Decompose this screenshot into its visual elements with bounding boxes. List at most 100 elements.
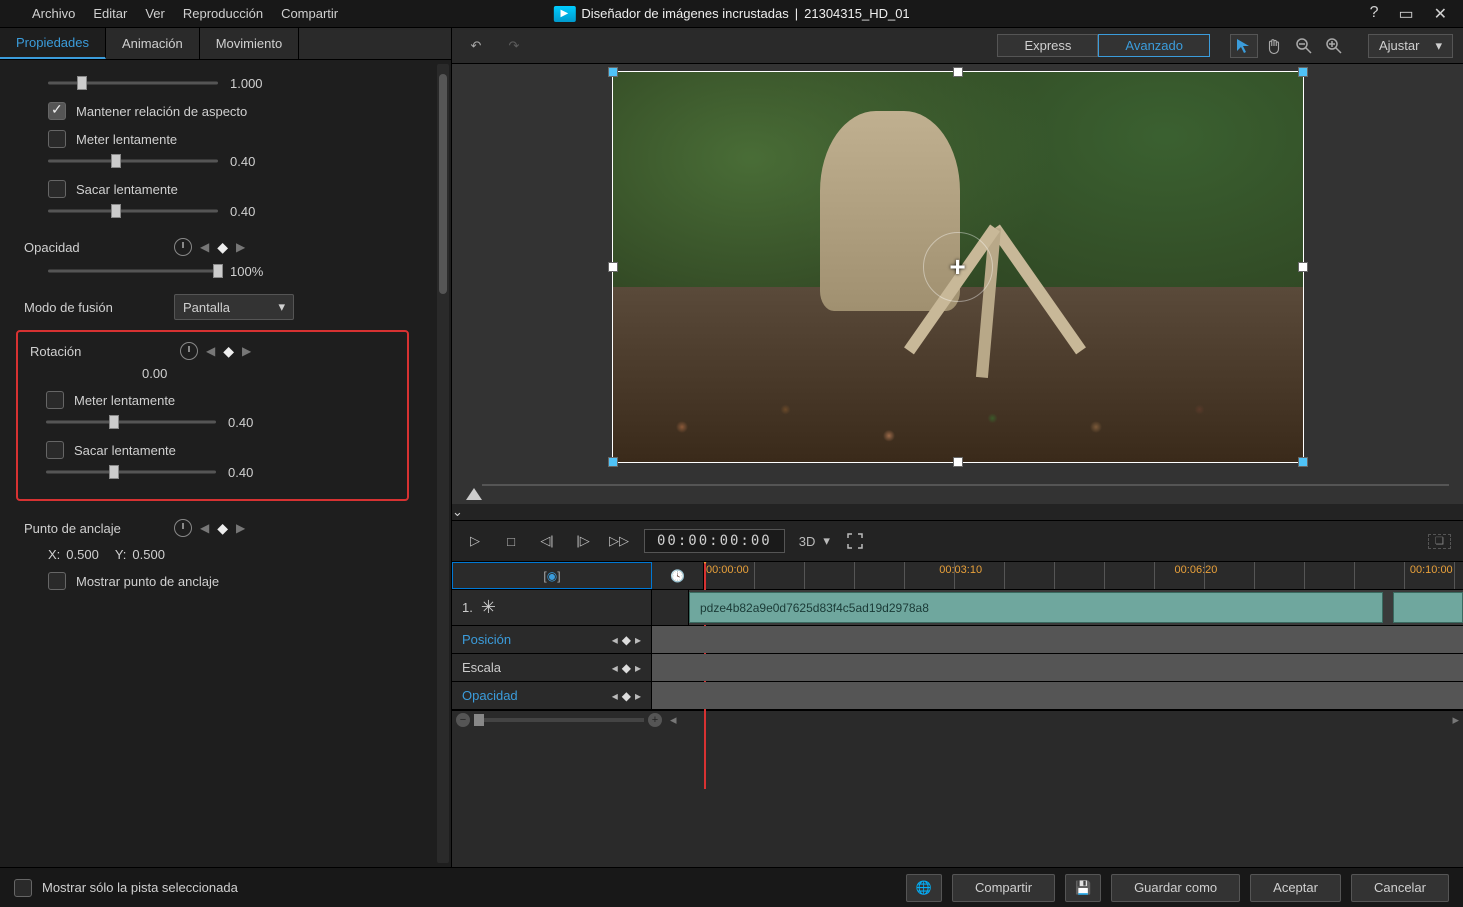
track-position[interactable]: Posición ◂◆▸ [452,626,652,653]
menu-playback[interactable]: Reproducción [183,6,263,21]
timeline-zoom-slider[interactable] [474,718,644,722]
clock-tab[interactable]: 🕓 [652,562,704,589]
ease-in-slider[interactable] [48,152,218,170]
rotation-ease-out-checkbox[interactable] [46,441,64,459]
timeline-scroll-left-icon[interactable]: ◂ [670,712,677,728]
anchor-next-keyframe-icon[interactable]: ▶ [236,521,245,535]
rotation-prev-keyframe-icon[interactable]: ◀ [206,344,215,358]
step-back-icon[interactable]: ◁| [536,530,558,552]
redo-icon[interactable]: ↷ [500,34,528,58]
preview-canvas[interactable]: + [613,72,1303,462]
cancel-button[interactable]: Cancelar [1351,874,1449,902]
mode-advanced-button[interactable]: Avanzado [1098,34,1210,57]
timeline-scroll-right-icon[interactable]: ▸ [1452,712,1459,728]
fast-fwd-icon[interactable]: ▷▷ [608,530,630,552]
tab-animation[interactable]: Animación [106,28,200,59]
tab-movement[interactable]: Movimiento [200,28,299,59]
ease-in-checkbox[interactable] [48,130,66,148]
hand-tool-icon[interactable] [1260,34,1288,58]
track-position-lane[interactable] [652,626,1463,653]
track-header-1[interactable]: 1. ✳ [452,590,652,625]
rotation-ease-in-checkbox[interactable] [46,391,64,409]
preview-playhead-icon[interactable] [466,488,482,500]
zoom-out-icon[interactable] [1290,34,1318,58]
track-scale[interactable]: Escala ◂◆▸ [452,654,652,681]
anchor-label: Punto de anclaje [24,521,164,536]
ruler-tick-0: 00:00:00 [706,564,749,576]
ruler-tick-2: 00:06:20 [1175,564,1218,576]
timeline-zoom-out-icon[interactable]: − [456,713,470,727]
track-scale-lane[interactable] [652,654,1463,681]
help-icon[interactable]: ? [1370,4,1379,24]
anchor-y-value[interactable]: 0.500 [132,547,165,562]
opacity-stopwatch-icon[interactable] [174,238,192,256]
chevron-down-icon: ▾ [278,299,285,315]
fullscreen-icon[interactable] [844,530,866,552]
anchor-y-label: Y: [115,547,127,562]
step-fwd-icon[interactable]: |▷ [572,530,594,552]
share-button[interactable]: Compartir [952,874,1055,902]
viewport-icon[interactable]: ❏ [1428,534,1451,549]
menu-share[interactable]: Compartir [281,6,338,21]
ease-out-slider[interactable] [48,202,218,220]
fit-dropdown[interactable]: Ajustar ▾ [1368,34,1453,58]
timeline-zoom-in-icon[interactable]: + [648,713,662,727]
show-selected-only-label: Mostrar sólo la pista seleccionada [42,880,238,895]
rotation-ease-out-slider[interactable] [46,463,216,481]
anchor-add-keyframe-icon[interactable]: ◆ [217,520,228,537]
undo-icon[interactable]: ↶ [462,34,490,58]
3d-dropdown[interactable]: 3D▾ [799,533,830,549]
select-tool-icon[interactable] [1230,34,1258,58]
anchor-x-value[interactable]: 0.500 [66,547,99,562]
save-disk-icon[interactable]: 💾 [1065,874,1101,902]
timeline-clip-main[interactable]: pdze4b82a9e0d7625d83f4c5ad19d2978a8 [689,592,1383,623]
preview-scrubber[interactable] [482,484,1449,486]
marker-tab[interactable]: [ ◉ ] [452,562,652,589]
opacity-add-keyframe-icon[interactable]: ◆ [217,239,228,256]
stop-icon[interactable]: □ [500,530,522,552]
tab-properties[interactable]: Propiedades [0,28,106,59]
collapse-panel-icon[interactable]: ⌄ [452,504,1463,520]
menu-edit[interactable]: Editar [93,6,127,21]
opacity-slider[interactable] [48,262,218,280]
maximize-icon[interactable]: ▭ [1398,4,1413,24]
properties-scrollbar[interactable] [437,64,449,863]
save-as-button[interactable]: Guardar como [1111,874,1240,902]
close-icon[interactable]: ✕ [1434,4,1447,24]
menu-view[interactable]: Ver [145,6,165,21]
accept-button[interactable]: Aceptar [1250,874,1341,902]
timeline-clip-tail[interactable] [1393,592,1463,623]
rotation-value: 0.00 [142,366,403,381]
timeline-ruler[interactable]: 00:00:00 00:03:10 00:06:20 00:10:00 [704,562,1463,589]
anchor-stopwatch-icon[interactable] [174,519,192,537]
keep-aspect-label: Mantener relación de aspecto [76,104,247,119]
zoom-in-icon[interactable] [1320,34,1348,58]
timecode[interactable]: 00:00:00:00 [644,529,785,553]
show-anchor-checkbox[interactable] [48,572,66,590]
opacity-value: 100% [230,264,278,279]
ease-out-checkbox[interactable] [48,180,66,198]
opacity-next-keyframe-icon[interactable]: ▶ [236,240,245,254]
scale-slider[interactable] [48,74,218,92]
opacity-prev-keyframe-icon[interactable]: ◀ [200,240,209,254]
anchor-prev-keyframe-icon[interactable]: ◀ [200,521,209,535]
rotation-ease-out-label: Sacar lentamente [74,443,176,458]
play-icon[interactable]: ▷ [464,530,486,552]
share-globe-icon[interactable]: 🌐 [906,874,942,902]
rotation-add-keyframe-icon[interactable]: ◆ [223,343,234,360]
track-opacity[interactable]: Opacidad ◂◆▸ [452,682,652,709]
rotation-ease-in-slider[interactable] [46,413,216,431]
keep-aspect-checkbox[interactable] [48,102,66,120]
rotation-next-keyframe-icon[interactable]: ▶ [242,344,251,358]
show-selected-only-checkbox[interactable] [14,879,32,897]
anchor-crosshair-icon[interactable]: + [949,251,965,283]
mode-express-button[interactable]: Express [997,34,1098,57]
blend-mode-dropdown[interactable]: Pantalla ▾ [174,294,294,320]
window-title-designer: Diseñador de imágenes incrustadas [581,6,788,21]
menu-file[interactable]: Archivo [32,6,75,21]
ease-in-value: 0.40 [230,154,278,169]
window-title-file: 21304315_HD_01 [804,6,910,21]
track-opacity-lane[interactable] [652,682,1463,709]
rotation-stopwatch-icon[interactable] [180,342,198,360]
ruler-tick-1: 00:03:10 [939,564,982,576]
